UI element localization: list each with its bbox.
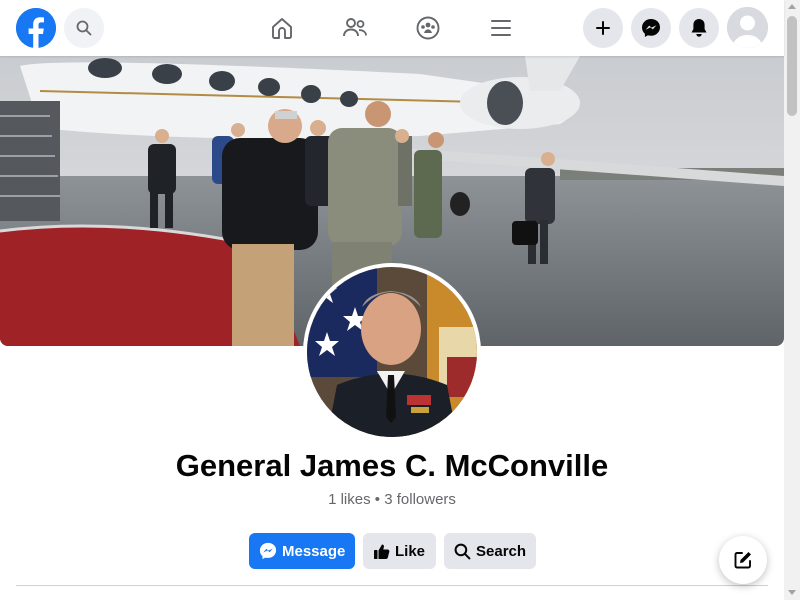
likes-count[interactable]: 1 likes: [328, 491, 371, 508]
avatar: [727, 7, 768, 48]
plus-icon: [596, 21, 610, 35]
search-icon: [454, 543, 471, 560]
message-button[interactable]: Message: [249, 533, 355, 569]
nav-friends[interactable]: [335, 8, 375, 48]
bell-icon: [691, 19, 707, 37]
page-title: General James C. McConville: [175, 448, 609, 483]
section-divider: [16, 585, 768, 586]
scroll-down-arrow-icon[interactable]: [788, 590, 796, 595]
nav-menu[interactable]: [481, 8, 521, 48]
new-message-button[interactable]: [719, 536, 767, 584]
nav-groups[interactable]: [408, 8, 448, 48]
search-page-button[interactable]: Search: [444, 533, 536, 569]
search-button-label: Search: [476, 542, 527, 560]
like-button-label: Like: [395, 542, 426, 560]
menu-icon: [491, 20, 511, 36]
top-navigation-bar: [0, 0, 784, 56]
followers-count[interactable]: 3 followers: [384, 491, 456, 508]
groups-icon: [416, 16, 440, 40]
messenger-button[interactable]: [631, 8, 671, 48]
like-button[interactable]: Like: [363, 533, 436, 569]
friends-icon: [343, 18, 367, 37]
page-scrollbar[interactable]: [784, 0, 800, 600]
message-button-label: Message: [282, 542, 346, 560]
search-button[interactable]: [64, 8, 104, 48]
messenger-icon: [642, 19, 660, 37]
nav-home[interactable]: [262, 8, 302, 48]
account-avatar[interactable]: [727, 7, 768, 48]
messenger-icon: [259, 542, 277, 560]
notifications-button[interactable]: [679, 8, 719, 48]
stats-separator: •: [374, 491, 381, 508]
compose-icon: [734, 552, 751, 569]
create-button[interactable]: [583, 8, 623, 48]
profile-actions: Message Like Search: [249, 533, 536, 569]
thumbs-up-icon: [373, 543, 390, 560]
scroll-up-arrow-icon[interactable]: [788, 4, 796, 9]
search-icon: [76, 20, 92, 36]
profile-stats: 1 likes • 3 followers: [0, 491, 784, 508]
profile-picture[interactable]: [303, 263, 481, 441]
facebook-logo-icon[interactable]: [16, 8, 56, 48]
home-icon: [272, 18, 292, 39]
scrollbar-thumb[interactable]: [787, 16, 797, 116]
